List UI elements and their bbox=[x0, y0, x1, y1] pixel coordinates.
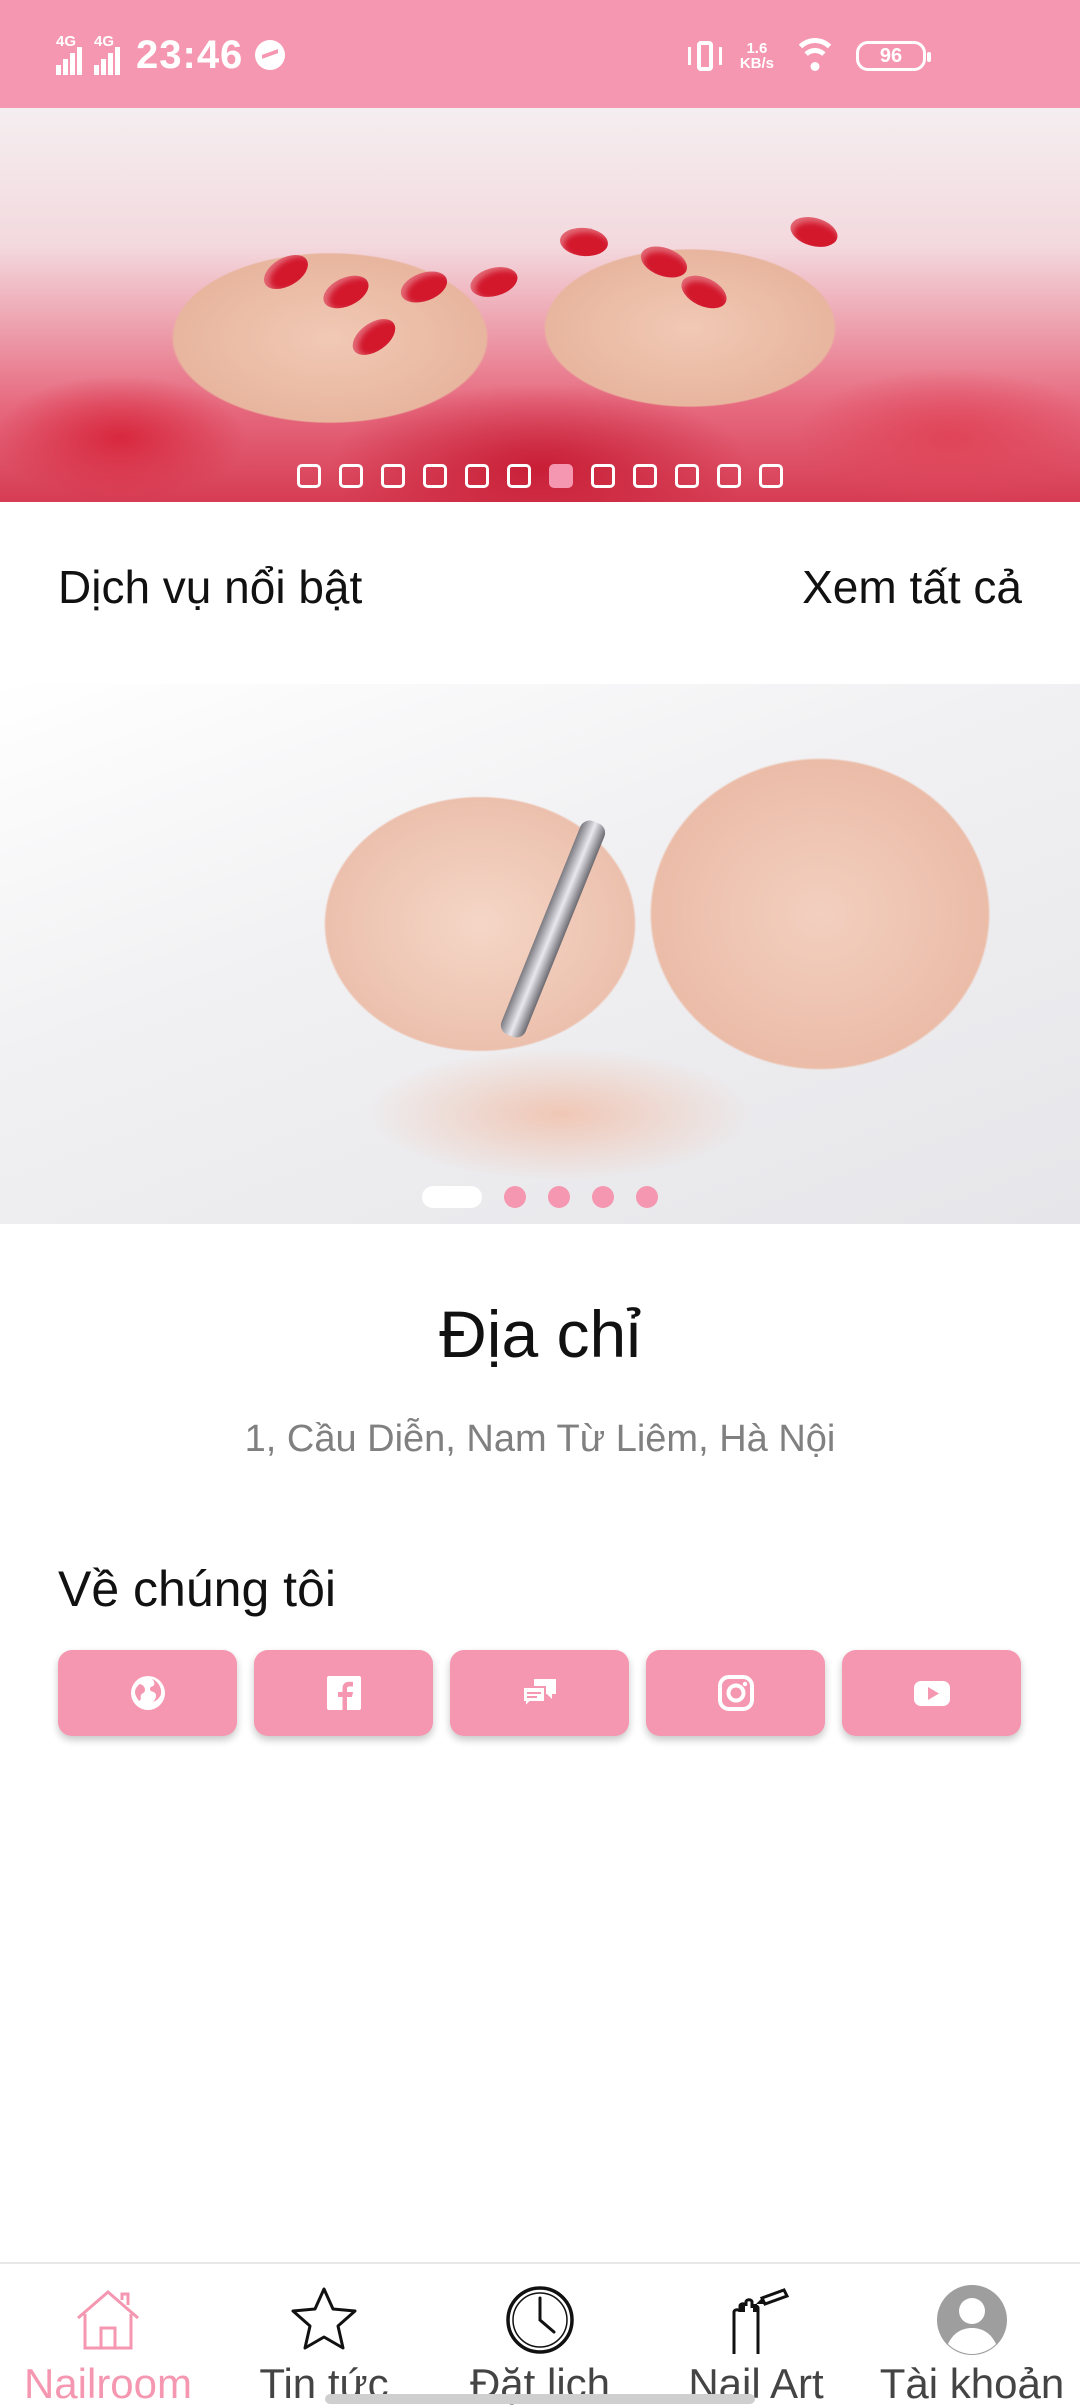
messenger-icon bbox=[255, 40, 286, 70]
nail-art-icon bbox=[716, 2282, 796, 2358]
hero-image-detail bbox=[396, 265, 452, 309]
featured-header: Dịch vụ nổi bật Xem tất cả bbox=[58, 560, 1022, 614]
service-page-dot[interactable] bbox=[504, 1186, 526, 1208]
about-title: Về chúng tôi bbox=[58, 1561, 336, 1617]
hero-page-dot[interactable] bbox=[507, 464, 531, 488]
status-bar: 4G 4G 23:46 1.6 KB/s 96 bbox=[0, 0, 1080, 108]
address-title: Địa chỉ bbox=[439, 1297, 641, 1371]
nav-item-booking[interactable]: Đặt lịch bbox=[432, 2264, 648, 2408]
nav-label-nailroom: Nailroom bbox=[23, 2360, 193, 2407]
hero-image-detail bbox=[558, 225, 610, 259]
hero-image-detail bbox=[318, 269, 374, 315]
youtube-button[interactable] bbox=[842, 1650, 1021, 1736]
battery-level: 96 bbox=[879, 44, 903, 67]
hero-page-dot[interactable] bbox=[633, 464, 657, 488]
star-icon bbox=[284, 2282, 364, 2358]
hero-image-detail bbox=[346, 311, 402, 363]
hero-page-dot[interactable] bbox=[675, 464, 699, 488]
home-icon bbox=[68, 2282, 148, 2358]
service-page-dot[interactable] bbox=[636, 1186, 658, 1208]
wifi-icon bbox=[792, 38, 838, 74]
hero-image-detail bbox=[787, 212, 841, 252]
bottom-navigation: Nailroom Tin tức Đặt lịch Nail Art Tài k… bbox=[0, 2262, 1080, 2408]
hero-page-dot[interactable] bbox=[423, 464, 447, 488]
service-image-detail bbox=[497, 817, 609, 1041]
hero-banner[interactable] bbox=[0, 108, 1080, 502]
home-indicator[interactable] bbox=[325, 2394, 755, 2404]
hero-page-dot[interactable] bbox=[297, 464, 321, 488]
hero-page-dot-active[interactable] bbox=[549, 464, 573, 488]
speed-unit: KB/s bbox=[739, 55, 774, 72]
hero-page-dot[interactable] bbox=[591, 464, 615, 488]
featured-service-carousel[interactable] bbox=[0, 684, 1080, 1224]
nav-item-nail-art[interactable]: Nail Art bbox=[648, 2264, 864, 2408]
hero-page-dot[interactable] bbox=[717, 464, 741, 488]
clock: 23:46 bbox=[136, 32, 244, 77]
service-page-dot-active[interactable] bbox=[422, 1186, 482, 1208]
hero-page-dot[interactable] bbox=[759, 464, 783, 488]
nav-item-account[interactable]: Tài khoản bbox=[864, 2264, 1080, 2408]
battery-icon: 96 bbox=[856, 41, 931, 71]
website-button[interactable] bbox=[58, 1650, 237, 1736]
service-page-dot[interactable] bbox=[548, 1186, 570, 1208]
hero-image-detail bbox=[676, 269, 732, 315]
speed-value: 1.6 bbox=[746, 40, 768, 57]
facebook-button[interactable] bbox=[254, 1650, 433, 1736]
youtube-icon bbox=[913, 1681, 950, 1706]
hero-page-dot[interactable] bbox=[381, 464, 405, 488]
service-pagination bbox=[0, 1186, 1080, 1208]
nav-item-news[interactable]: Tin tức bbox=[216, 2264, 432, 2408]
signal-icon-2: 4G bbox=[94, 33, 120, 75]
featured-title: Dịch vụ nổi bật bbox=[58, 561, 363, 613]
vibrate-icon bbox=[687, 39, 722, 73]
view-all-link[interactable]: Xem tất cả bbox=[802, 560, 1022, 614]
facebook-icon bbox=[326, 1676, 361, 1710]
clock-icon bbox=[500, 2282, 580, 2358]
network-speed: 1.6 KB/s bbox=[740, 41, 774, 71]
status-left: 4G 4G 23:46 bbox=[56, 30, 286, 80]
hero-pagination bbox=[0, 464, 1080, 488]
hero-page-dot[interactable] bbox=[465, 464, 489, 488]
chat-icon bbox=[521, 1679, 556, 1710]
nav-label-account: Tài khoản bbox=[879, 2360, 1065, 2407]
instagram-button[interactable] bbox=[646, 1650, 825, 1736]
network-type-1: 4G bbox=[56, 33, 77, 50]
service-page-dot[interactable] bbox=[592, 1186, 614, 1208]
social-buttons bbox=[58, 1650, 1021, 1736]
hero-image-detail bbox=[258, 247, 314, 297]
account-icon bbox=[932, 2282, 1012, 2358]
chat-button[interactable] bbox=[450, 1650, 629, 1736]
hero-page-dot[interactable] bbox=[339, 464, 363, 488]
hero-image-detail bbox=[636, 240, 692, 284]
instagram-icon bbox=[717, 1675, 754, 1711]
signal-icon: 4G bbox=[56, 33, 82, 75]
network-type-2: 4G bbox=[94, 33, 115, 50]
hero-image-detail bbox=[467, 262, 521, 302]
address-text: 1, Cầu Diễn, Nam Từ Liêm, Hà Nội bbox=[244, 1418, 836, 1460]
globe-icon bbox=[130, 1676, 165, 1710]
status-right: 1.6 KB/s 96 bbox=[687, 36, 931, 76]
nav-item-nailroom[interactable]: Nailroom bbox=[0, 2264, 216, 2408]
